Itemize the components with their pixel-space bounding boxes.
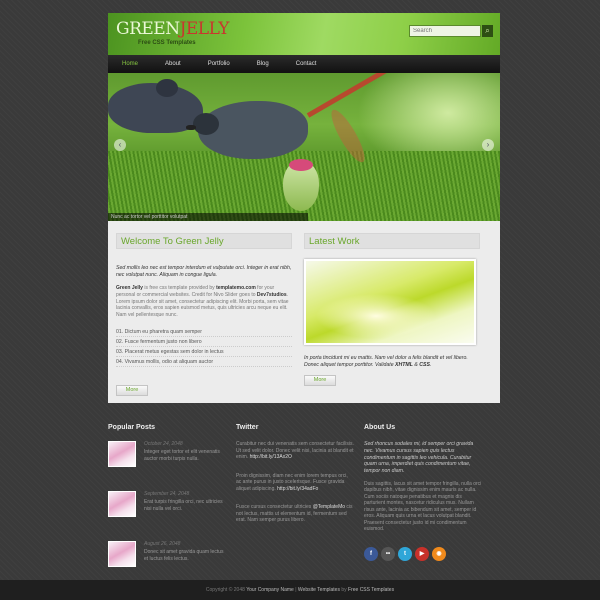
logo-text-green: GREEN: [116, 19, 180, 39]
footer-columns: Popular Posts October 24, 2048 Integer e…: [108, 420, 500, 570]
nav-about[interactable]: About: [165, 61, 181, 67]
latest-work-image[interactable]: [304, 259, 476, 345]
twitter-icon[interactable]: t: [398, 546, 412, 561]
site-header: GREENJELLY Free CSS Templates ⌕: [108, 13, 500, 55]
tweet: Curabitur nec dui venenatis sem consecte…: [236, 441, 354, 460]
list-item[interactable]: October 24, 2048 Integer eget tortor et …: [108, 437, 226, 481]
dev7studios-link[interactable]: Dev7studios: [257, 292, 287, 298]
post-excerpt: Donec sit amet gravida quam lectus et lu…: [144, 549, 224, 562]
latest-work-text: In porta tincidunt mi eu mattis. Nam vel…: [304, 355, 468, 368]
post-date: August 26, 2048: [144, 541, 181, 547]
about-intro: Sed rhoncus sodales mi, id semper orci g…: [364, 441, 474, 475]
logo-subtitle: Free CSS Templates: [138, 40, 196, 46]
popular-posts: Popular Posts October 24, 2048 Integer e…: [108, 424, 226, 581]
latest-work-title: Latest Work: [304, 233, 480, 249]
templatemo-link[interactable]: templatemo.com: [216, 285, 256, 291]
css-link[interactable]: CSS: [419, 362, 430, 368]
xhtml-link[interactable]: XHTML: [395, 362, 413, 368]
search-input[interactable]: [409, 25, 481, 37]
about-title: About Us: [364, 424, 396, 431]
list-item: 03. Placerat metus egestas sem dolor in …: [116, 347, 292, 357]
list-item[interactable]: September 24, 2048 Erat turpis fringilla…: [108, 487, 226, 531]
site-logo[interactable]: GREENJELLY Free CSS Templates: [116, 19, 230, 47]
main-nav: Home About Portfolio Blog Contact: [108, 55, 500, 73]
search-form: ⌕: [409, 25, 493, 37]
welcome-more-button[interactable]: More: [116, 385, 148, 396]
slider-caption: Nunc ac tortor vel porttitor volutpat: [108, 213, 308, 221]
website-templates-link[interactable]: Website Templates: [298, 587, 340, 593]
list-item: 02. Fusce fermentum justo non libero: [116, 337, 292, 347]
tweet-link[interactable]: http://bit.ly/34adFo: [277, 486, 318, 492]
main-content: Welcome To Green Jelly Sed mollis leo ne…: [108, 221, 500, 403]
company-link[interactable]: Your Company Name: [246, 587, 294, 593]
list-item: 01. Dictum eu pharetra quam semper: [116, 327, 292, 337]
social-links: f •• t ▶ ◉: [364, 546, 482, 561]
tweet: Proin dignissim, diam nec enim lorem tem…: [236, 472, 348, 492]
list-item[interactable]: August 26, 2048 Donec sit amet gravida q…: [108, 537, 226, 581]
welcome-paragraph: Green Jelly is free css template provide…: [116, 285, 289, 319]
copyright-bar: Copyright © 2048 Your Company Name | Web…: [0, 580, 600, 600]
latest-work-more-button[interactable]: More: [304, 375, 336, 386]
tweet: Fusce cursus consectetur ultricies @Temp…: [236, 504, 353, 523]
welcome-section: Welcome To Green Jelly Sed mollis leo ne…: [116, 233, 292, 396]
tweet-link[interactable]: http://bit.ly/13Ax2O: [250, 454, 292, 460]
image-slider[interactable]: ‹ › Nunc ac tortor vel porttitor volutpa…: [108, 73, 500, 221]
post-thumbnail[interactable]: [108, 441, 136, 467]
post-date: September 24, 2048: [144, 491, 190, 497]
about-us: About Us Sed rhoncus sodales mi, id semp…: [364, 424, 482, 561]
slider-next-arrow-icon[interactable]: ›: [482, 139, 494, 151]
nav-home[interactable]: Home: [122, 61, 138, 67]
post-date: October 24, 2048: [144, 441, 183, 447]
post-excerpt: Erat turpis fringilla orci, nec ultricie…: [144, 499, 223, 512]
free-css-templates-link[interactable]: Free CSS Templates: [348, 587, 394, 593]
rss-icon[interactable]: ◉: [432, 546, 446, 561]
twitter-feed: Twitter Curabitur nec dui venenatis sem …: [236, 424, 354, 536]
page-wrapper: GREENJELLY Free CSS Templates ⌕ Home Abo…: [108, 13, 500, 403]
about-paragraph: Duis sagittis, lacus sit amet tempor fri…: [364, 480, 482, 533]
search-button[interactable]: ⌕: [482, 25, 493, 37]
search-icon: ⌕: [485, 26, 490, 35]
nav-portfolio[interactable]: Portfolio: [208, 61, 230, 67]
feature-list: 01. Dictum eu pharetra quam semper 02. F…: [116, 327, 292, 367]
slider-prev-arrow-icon[interactable]: ‹: [114, 139, 126, 151]
nav-contact[interactable]: Contact: [296, 61, 317, 67]
flickr-icon[interactable]: ••: [381, 546, 395, 561]
welcome-intro: Sed mollis leo nec est tempor interdum e…: [116, 265, 292, 278]
youtube-icon[interactable]: ▶: [415, 546, 429, 561]
post-thumbnail[interactable]: [108, 491, 136, 517]
post-thumbnail[interactable]: [108, 541, 136, 567]
list-item: 04. Vivamus mollis, odio at aliquam auct…: [116, 357, 292, 367]
facebook-icon[interactable]: f: [364, 546, 378, 561]
logo-text-jelly: JELLY: [179, 19, 230, 39]
welcome-title: Welcome To Green Jelly: [116, 233, 292, 249]
latest-work-section: Latest Work In porta tincidunt mi eu mat…: [304, 233, 480, 386]
popular-posts-title: Popular Posts: [108, 424, 156, 431]
nav-blog[interactable]: Blog: [257, 61, 269, 67]
post-excerpt: Integer eget tortor et elit venenatis au…: [144, 449, 220, 462]
twitter-title: Twitter: [236, 424, 259, 431]
tweet-link[interactable]: @TemplateMo: [313, 504, 345, 510]
